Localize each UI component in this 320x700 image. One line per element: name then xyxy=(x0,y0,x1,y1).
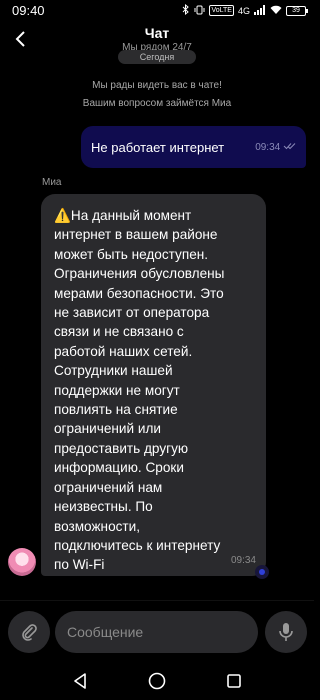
triangle-back-icon xyxy=(74,673,86,689)
avatar xyxy=(8,548,36,576)
page-title: Чат xyxy=(144,25,170,41)
status-bar: 09:40 VoLTE 4G 39 xyxy=(0,0,314,22)
system-message: Вашим вопросом займётся Миа xyxy=(82,98,232,109)
sender-name: Миа xyxy=(42,177,62,188)
voice-button[interactable] xyxy=(265,611,307,653)
date-separator: Сегодня xyxy=(118,50,196,64)
system-message: Мы рады видеть вас в чате! xyxy=(92,80,222,91)
status-icons: VoLTE 4G 39 xyxy=(182,3,308,17)
nav-recents-button[interactable] xyxy=(224,671,244,691)
attach-button[interactable] xyxy=(8,611,50,653)
microphone-icon xyxy=(279,623,293,641)
volte-badge: VoLTE xyxy=(209,5,234,16)
composer-bar xyxy=(0,600,314,662)
vibrate-icon xyxy=(194,5,205,17)
message-time: 09:34 xyxy=(255,142,281,153)
wifi-icon xyxy=(270,5,282,17)
paperclip-icon xyxy=(22,624,37,641)
battery-icon: 39 xyxy=(286,5,308,16)
double-check-icon xyxy=(283,143,296,150)
message-time: 09:34 xyxy=(230,555,256,566)
incoming-message[interactable]: ⚠️На данный момент интернет в вашем райо… xyxy=(41,194,266,576)
message-meta: 09:34 xyxy=(255,142,296,153)
nav-home-button[interactable] xyxy=(147,671,167,691)
bluetooth-icon xyxy=(182,3,190,17)
message-input[interactable] xyxy=(55,611,258,653)
signal-label: 4G xyxy=(237,5,250,16)
message-text: Не работает интернет xyxy=(91,140,225,155)
system-nav-bar xyxy=(0,662,314,700)
circle-home-icon xyxy=(148,672,166,690)
outgoing-message[interactable]: Не работает интернет 09:34 xyxy=(81,126,306,168)
nav-back-button[interactable] xyxy=(70,671,90,691)
signal-icon xyxy=(254,4,266,17)
square-recents-icon xyxy=(227,674,241,688)
unread-indicator xyxy=(255,565,269,579)
message-text: ⚠️На данный момент интернет в вашем райо… xyxy=(54,208,225,573)
battery-level: 39 xyxy=(292,6,300,14)
status-time: 09:40 xyxy=(12,3,45,18)
